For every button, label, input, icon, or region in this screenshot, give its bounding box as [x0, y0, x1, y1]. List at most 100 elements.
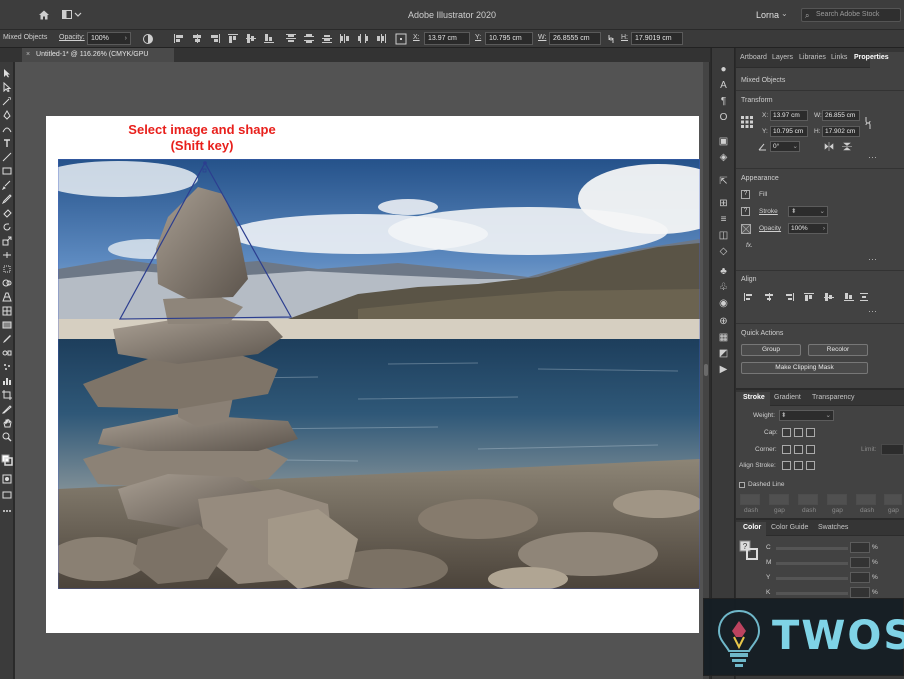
- artboard-tool-icon[interactable]: [2, 390, 12, 400]
- free-transform-tool-icon[interactable]: [2, 264, 12, 274]
- user-name[interactable]: Lorna: [756, 10, 779, 20]
- channel-c-field[interactable]: [850, 542, 870, 553]
- projecting-cap-button[interactable]: [806, 428, 815, 437]
- align-top-icon[interactable]: [804, 293, 814, 301]
- draw-mode-icon[interactable]: [2, 474, 12, 484]
- pencil-tool-icon[interactable]: [2, 194, 12, 204]
- channel-k-field[interactable]: [850, 587, 870, 598]
- tab-color-guide[interactable]: Color Guide: [771, 524, 808, 531]
- distribute-right-icon[interactable]: [376, 34, 386, 43]
- bevel-join-button[interactable]: [806, 445, 815, 454]
- pathfinder-panel-icon[interactable]: ◫: [718, 230, 729, 241]
- miter-join-button[interactable]: [782, 445, 791, 454]
- width-tool-icon[interactable]: [2, 250, 12, 260]
- stroke-weight-field[interactable]: ⬍ ⌄: [779, 410, 834, 421]
- selection-tool-icon[interactable]: [2, 68, 12, 78]
- fill-stroke-swatch-icon[interactable]: [1, 454, 13, 466]
- search-stock-input[interactable]: ⌕ Search Adobe Stock: [801, 8, 901, 22]
- chevron-down-icon[interactable]: ⌄: [781, 9, 788, 18]
- align-panel-icon[interactable]: ≡: [718, 214, 729, 225]
- opacity-label[interactable]: Opacity: [759, 225, 781, 232]
- more-options-icon[interactable]: ···: [868, 152, 877, 162]
- align-left-icon[interactable]: [744, 293, 754, 301]
- align-stroke-inside-button[interactable]: [794, 461, 803, 470]
- transform-panel-icon[interactable]: ⊞: [718, 198, 729, 209]
- edit-toolbar-icon[interactable]: [2, 506, 12, 516]
- gap-1-field[interactable]: [769, 494, 789, 505]
- rotate-tool-icon[interactable]: [2, 222, 12, 232]
- butt-cap-button[interactable]: [782, 428, 791, 437]
- navigator-panel-icon[interactable]: ◩: [718, 348, 729, 359]
- flip-horizontal-icon[interactable]: [824, 142, 834, 151]
- round-join-button[interactable]: [794, 445, 803, 454]
- canvas-area[interactable]: Select image and shape (Shift key): [15, 62, 709, 679]
- eraser-tool-icon[interactable]: [2, 208, 12, 218]
- actions-play-icon[interactable]: ▶: [718, 364, 729, 375]
- align-right-icon[interactable]: [784, 293, 794, 301]
- align-stroke-center-button[interactable]: [782, 461, 791, 470]
- tab-links[interactable]: Links: [831, 54, 847, 61]
- h-field[interactable]: 17.9019 cm: [631, 32, 683, 45]
- transform-x-field[interactable]: 13.97 cm: [770, 110, 808, 121]
- align-bottom-icon[interactable]: [264, 34, 274, 43]
- channel-m-field[interactable]: [850, 557, 870, 568]
- tab-transparency[interactable]: Transparency: [812, 394, 855, 401]
- dash-3-field[interactable]: [856, 494, 876, 505]
- document-tab[interactable]: × Untitled-1* @ 116.26% (CMYK/GPU Previe…: [22, 48, 175, 72]
- align-center-v-icon[interactable]: [246, 34, 256, 43]
- align-center-h-icon[interactable]: [192, 34, 202, 43]
- fx-button[interactable]: fx.: [746, 242, 753, 249]
- x-field[interactable]: 13.97 cm: [424, 32, 470, 45]
- opacity-label[interactable]: Opacity:: [59, 34, 85, 41]
- links-panel-icon[interactable]: ⊕: [718, 316, 729, 327]
- round-cap-button[interactable]: [794, 428, 803, 437]
- make-clipping-mask-button[interactable]: Make Clipping Mask: [741, 362, 868, 374]
- link-proportions-icon[interactable]: [606, 33, 616, 45]
- scale-tool-icon[interactable]: [2, 236, 12, 246]
- opacity-field[interactable]: 100% ›: [87, 32, 131, 45]
- pen-tool-icon[interactable]: [2, 110, 12, 120]
- tab-swatches[interactable]: Swatches: [818, 524, 848, 531]
- distribute-bottom-icon[interactable]: [322, 34, 332, 43]
- tab-properties[interactable]: Properties: [854, 54, 889, 61]
- color-panel-icon[interactable]: ●: [718, 64, 729, 75]
- constrain-proportions-icon[interactable]: [863, 116, 873, 130]
- perspective-grid-tool-icon[interactable]: [2, 292, 12, 302]
- more-options-icon[interactable]: ···: [868, 306, 877, 316]
- fill-stroke-selector-icon[interactable]: ?: [739, 540, 759, 562]
- align-right-icon[interactable]: [210, 34, 220, 43]
- rotate-angle-field[interactable]: 0° ⌄: [770, 141, 800, 152]
- layers-panel-icon[interactable]: ◇: [718, 246, 729, 257]
- screen-mode-icon[interactable]: [2, 490, 12, 500]
- flip-vertical-icon[interactable]: [842, 142, 852, 151]
- column-graph-tool-icon[interactable]: [2, 376, 12, 386]
- paintbrush-tool-icon[interactable]: [2, 180, 12, 190]
- transform-y-field[interactable]: 10.795 cm: [770, 126, 808, 137]
- type-tool-icon[interactable]: [2, 138, 12, 148]
- mesh-tool-icon[interactable]: [2, 306, 12, 316]
- blend-tool-icon[interactable]: [2, 348, 12, 358]
- zoom-tool-icon[interactable]: [2, 432, 12, 442]
- channel-k-slider[interactable]: [776, 592, 848, 595]
- y-field[interactable]: 10.795 cm: [485, 32, 533, 45]
- tab-libraries[interactable]: Libraries: [799, 54, 826, 61]
- stroke-unknown-icon[interactable]: ?: [741, 207, 750, 216]
- channel-y-field[interactable]: [850, 572, 870, 583]
- dashed-line-checkbox[interactable]: [739, 482, 745, 488]
- artboards-panel-icon[interactable]: ▦: [718, 332, 729, 343]
- align-center-v-icon[interactable]: [824, 293, 834, 301]
- tab-gradient[interactable]: Gradient: [774, 394, 801, 401]
- rectangle-tool-icon[interactable]: [2, 166, 12, 176]
- opacity-field[interactable]: 100% ›: [788, 223, 828, 234]
- symbol-sprayer-tool-icon[interactable]: [2, 362, 12, 372]
- brushes-panel-icon[interactable]: ♣: [718, 266, 729, 277]
- reference-point-icon[interactable]: [741, 116, 753, 128]
- align-bottom-icon[interactable]: [844, 293, 854, 301]
- tab-color[interactable]: Color: [743, 524, 761, 531]
- line-tool-icon[interactable]: [2, 152, 12, 162]
- transform-w-field[interactable]: 26.855 cm: [822, 110, 860, 121]
- tab-stroke[interactable]: Stroke: [743, 394, 765, 401]
- paragraph-panel-icon[interactable]: ¶: [718, 96, 729, 107]
- channel-c-slider[interactable]: [776, 547, 848, 550]
- canvas-vertical-scrollbar[interactable]: [703, 62, 709, 679]
